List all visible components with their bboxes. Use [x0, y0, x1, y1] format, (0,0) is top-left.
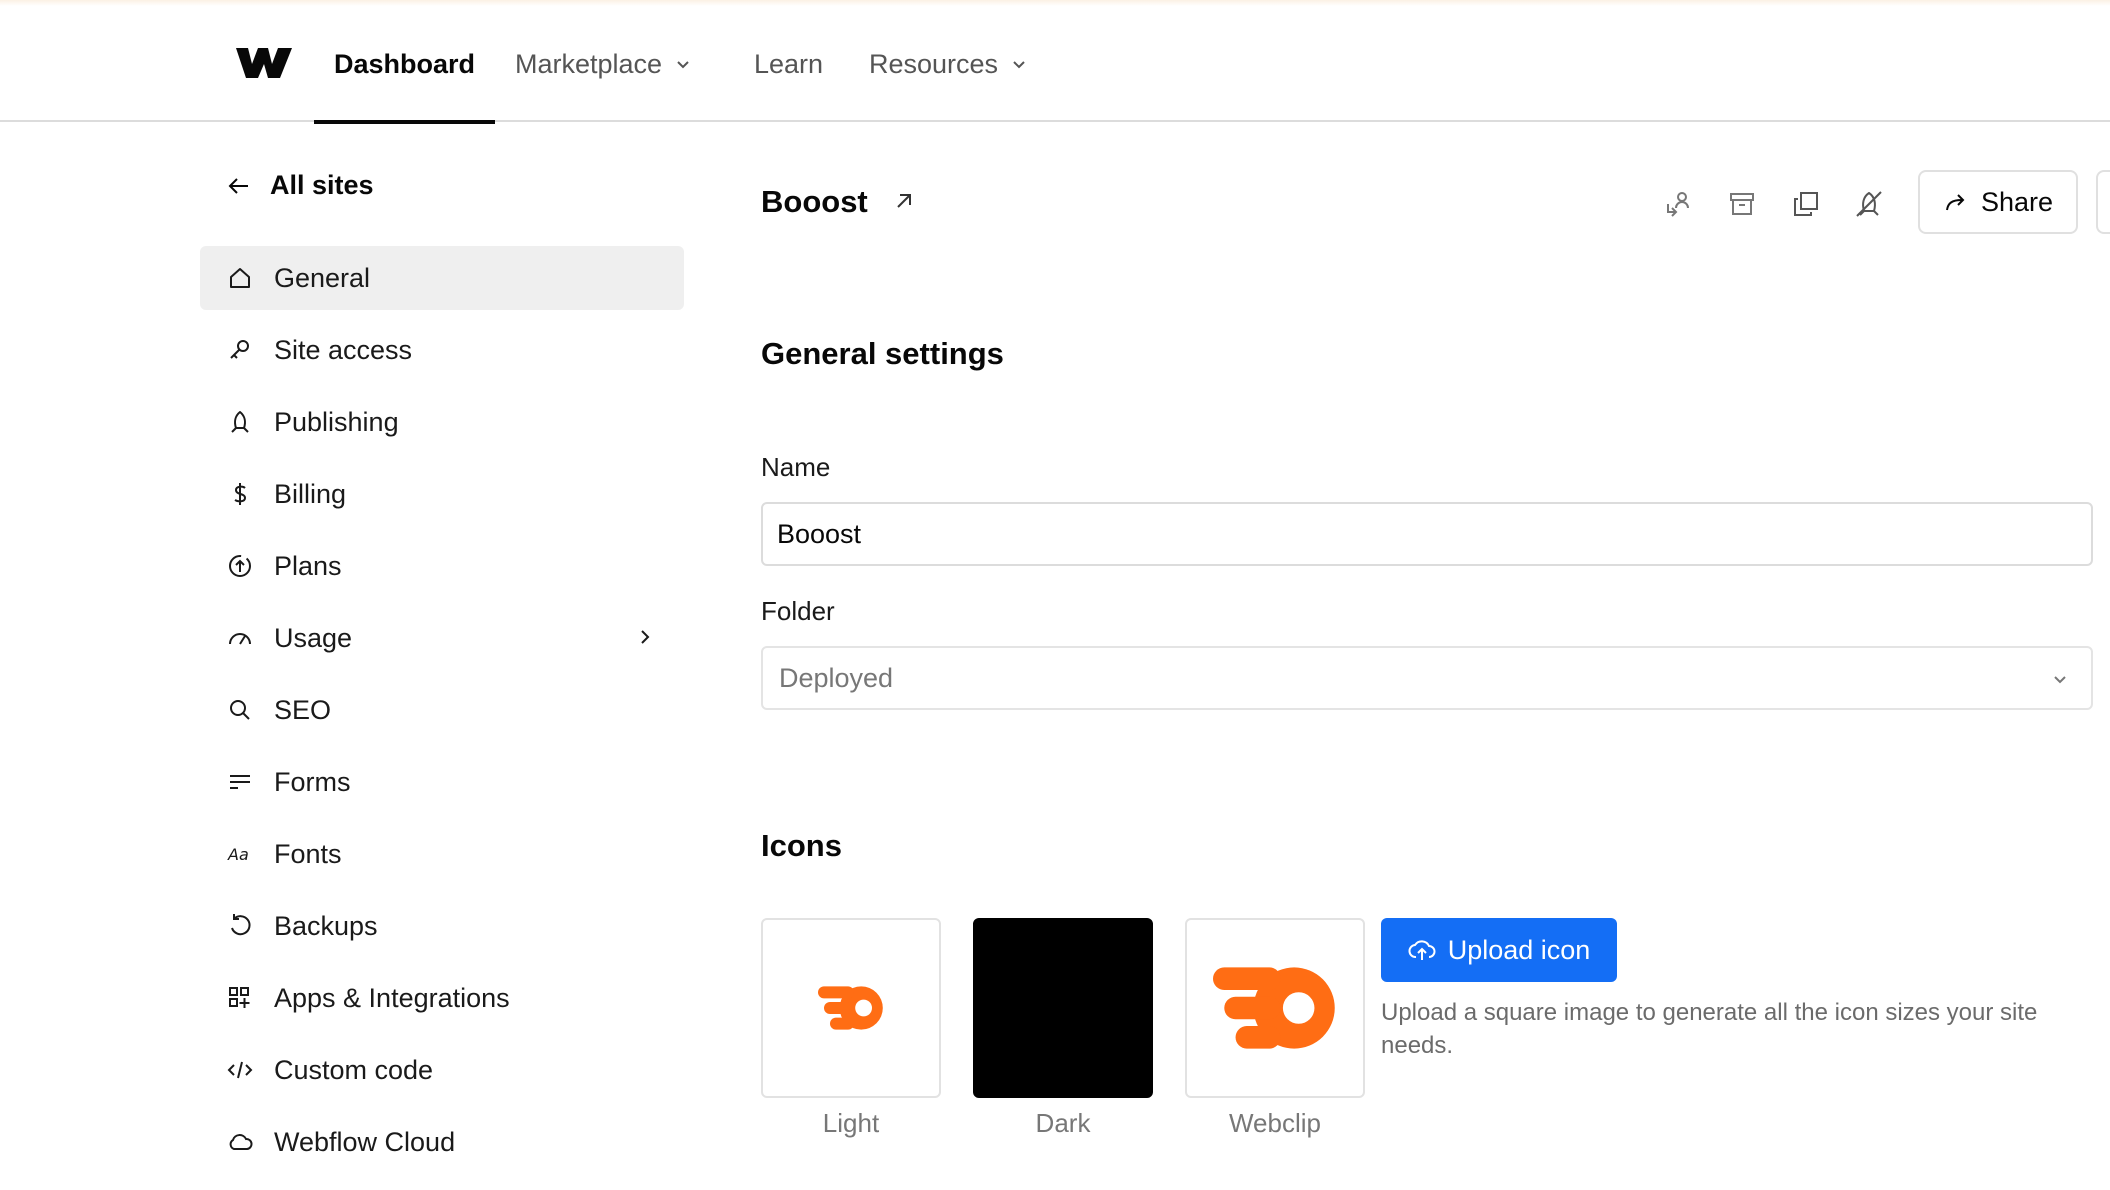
sidebar-item-label: Forms	[274, 766, 351, 797]
upload-icon-label: Upload icon	[1447, 934, 1591, 965]
sidebar-item-usage[interactable]: Usage	[200, 606, 684, 670]
duplicate-icon[interactable]	[1790, 188, 1822, 220]
upload-icon-button[interactable]: Upload icon	[1381, 918, 1617, 982]
nav-dashboard[interactable]: Dashboard	[313, 6, 496, 124]
backup-icon	[226, 912, 254, 940]
general-settings-heading: General settings	[761, 336, 1004, 371]
sidebar-item-backups[interactable]: Backups	[200, 894, 684, 958]
all-sites-label: All sites	[270, 170, 374, 200]
apps-icon	[226, 984, 254, 1012]
nav-marketplace-label: Marketplace	[515, 48, 663, 79]
share-label: Share	[1980, 186, 2054, 217]
gauge-icon	[226, 624, 254, 652]
sidebar-item-publishing[interactable]: Publishing	[200, 390, 684, 454]
settings-menu: General Site access Publishing Billing P…	[200, 246, 684, 1182]
cloud-icon	[226, 1128, 254, 1156]
nav-marketplace[interactable]: Marketplace	[515, 6, 692, 122]
webclip-label: Webclip	[1228, 1108, 1321, 1138]
more-actions-button[interactable]	[2096, 170, 2110, 234]
sidebar-item-label: Apps & Integrations	[274, 982, 510, 1013]
icons-heading: Icons	[761, 828, 842, 863]
sidebar-item-label: SEO	[274, 694, 332, 725]
all-sites-link[interactable]: All sites	[226, 170, 374, 201]
sidebar-item-label: Custom code	[274, 1054, 434, 1085]
cloud-upload-icon	[1408, 940, 1436, 960]
top-navigation: Dashboard Marketplace Learn Resources	[0, 6, 2110, 124]
sidebar-item-label: Site access	[274, 334, 413, 365]
webflow-logo[interactable]	[236, 44, 292, 80]
main-content: Booost Share General settings Name Folde…	[761, 122, 2110, 1190]
sidebar-item-label: Backups	[274, 910, 378, 941]
sidebar-item-custom-code[interactable]: Custom code	[200, 1038, 684, 1102]
sidebar-item-seo[interactable]: SEO	[200, 678, 684, 742]
brand-logo-icon	[1213, 967, 1335, 1049]
forms-icon	[226, 768, 254, 796]
plans-icon	[226, 552, 254, 580]
key-icon	[226, 336, 254, 364]
folder-select[interactable]: Deployed	[761, 646, 2093, 710]
webclip-icon-preview[interactable]	[1185, 918, 1365, 1098]
rocket-icon	[226, 408, 254, 436]
light-icon-preview[interactable]	[761, 918, 941, 1098]
svg-text:Aa: Aa	[227, 845, 249, 864]
dollar-icon	[226, 480, 254, 508]
sidebar-item-label: Usage	[274, 622, 353, 653]
home-icon	[226, 264, 254, 292]
sidebar-item-general[interactable]: General	[200, 246, 684, 310]
archive-icon[interactable]	[1726, 188, 1758, 220]
upload-help-text: Upload a square image to generate all th…	[1381, 999, 2038, 1059]
sidebar-item-label: Fonts	[274, 838, 342, 869]
sidebar-item-billing[interactable]: Billing	[200, 462, 684, 526]
nav-learn-label: Learn	[754, 48, 824, 79]
page-title: Booost	[761, 184, 868, 219]
chevron-down-icon	[677, 61, 689, 69]
dark-icon-preview[interactable]	[973, 918, 1153, 1098]
sidebar-item-label: Publishing	[274, 406, 399, 437]
sidebar-item-plans[interactable]: Plans	[200, 534, 684, 598]
share-button[interactable]: Share	[1918, 170, 2078, 234]
nav-learn[interactable]: Learn	[754, 6, 823, 122]
chevron-right-icon	[641, 630, 650, 644]
chevron-down-icon	[1013, 61, 1025, 69]
nav-dashboard-label: Dashboard	[334, 48, 476, 79]
arrow-left-icon	[228, 177, 248, 194]
sidebar-item-label: Plans	[274, 550, 342, 581]
share-icon	[1945, 194, 1965, 211]
sidebar-item-site-access[interactable]: Site access	[200, 318, 684, 382]
fonts-icon: Aa	[226, 840, 254, 868]
light-label: Light	[822, 1108, 880, 1138]
sidebar-item-fonts[interactable]: Aa Fonts	[200, 822, 684, 886]
nav-resources[interactable]: Resources	[869, 6, 1028, 122]
nav-resources-label: Resources	[869, 48, 999, 79]
external-link-icon[interactable]	[891, 188, 917, 214]
sidebar-item-label: General	[274, 262, 371, 293]
transfer-site-icon[interactable]	[1662, 188, 1694, 220]
chevron-down-icon	[2054, 676, 2066, 684]
name-label: Name	[761, 452, 831, 482]
disable-publishing-icon[interactable]	[1853, 188, 1885, 220]
folder-select-value: Deployed	[779, 662, 894, 693]
search-icon	[226, 696, 254, 724]
folder-label: Folder	[761, 596, 835, 626]
sidebar-item-apps-integrations[interactable]: Apps & Integrations	[200, 966, 684, 1030]
sidebar-item-label: Billing	[274, 478, 347, 509]
site-name-input[interactable]	[761, 502, 2093, 566]
brand-logo-icon	[818, 986, 883, 1030]
sidebar-item-forms[interactable]: Forms	[200, 750, 684, 814]
sidebar-item-label: Webflow Cloud	[274, 1126, 456, 1157]
dark-label: Dark	[1035, 1108, 1091, 1138]
sidebar-item-webflow-cloud[interactable]: Webflow Cloud	[200, 1110, 684, 1174]
code-icon	[226, 1056, 254, 1084]
